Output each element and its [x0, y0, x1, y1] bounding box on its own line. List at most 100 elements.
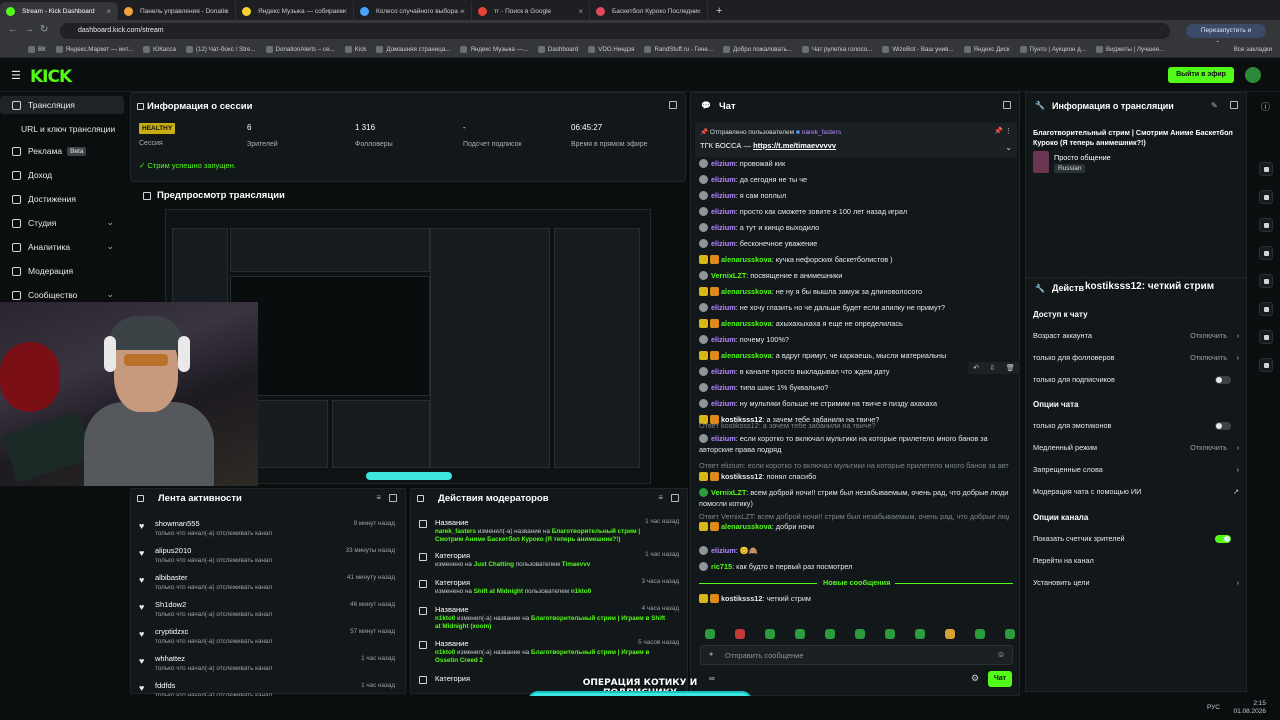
go-live-button[interactable]: Выйти в эфир	[1168, 67, 1234, 83]
bookmark-item[interactable]: Яндекс Музыка —...	[460, 46, 528, 53]
emote-icon[interactable]	[945, 629, 955, 639]
follower-name[interactable]: albibaster	[155, 573, 188, 582]
popout-icon[interactable]	[669, 101, 677, 109]
pinned-message[interactable]: 📌 Отправлено пользователем ■ narek_faste…	[695, 123, 1017, 157]
browser-tab[interactable]: Яндекс Музыка — собираем ×	[236, 2, 354, 20]
toggle-switch[interactable]	[1215, 535, 1231, 543]
reload-icon[interactable]: ↻	[40, 24, 48, 35]
kick-logo[interactable]: KICK	[30, 67, 72, 87]
emote-icon[interactable]	[855, 629, 865, 639]
bookmark-item[interactable]: ЮКасса	[143, 46, 176, 53]
bookmark-item[interactable]: Dashboard	[537, 46, 578, 53]
browser-tab[interactable]: Колесо случайного выбора - ×	[354, 2, 472, 20]
chat-username[interactable]: elizium	[711, 191, 736, 200]
avatar[interactable]	[1245, 67, 1261, 83]
chat-username[interactable]: elizium	[711, 303, 736, 312]
setting-row[interactable]: только для фолловеров Отключить ›	[1033, 353, 1239, 362]
setting-row[interactable]: Возраст аккаунта Отключить ›	[1033, 331, 1239, 340]
emote-icon[interactable]	[825, 629, 835, 639]
emote-icon[interactable]	[1005, 629, 1015, 639]
bookmark-item[interactable]: Kick	[344, 46, 366, 53]
close-icon[interactable]: ×	[224, 7, 229, 16]
emote-icon[interactable]	[705, 629, 715, 639]
chevron-down-icon[interactable]: ⌄	[1005, 143, 1012, 152]
setting-row[interactable]: Медленный режим Отключить ›	[1033, 443, 1239, 452]
chat-message[interactable]: elizium: просто как сможете зовите я 100…	[699, 207, 1009, 216]
chat-message[interactable]: alenarusskova: кучка нефорских баскетбол…	[699, 255, 1009, 264]
chat-message[interactable]: elizium: бесконечное уважение	[699, 239, 1009, 248]
bookmark-item[interactable]: DonationAlerts – се...	[265, 46, 335, 53]
address-bar[interactable]: dashboard.kick.com/stream	[60, 23, 1170, 39]
edit-icon[interactable]: ✎	[1211, 101, 1218, 110]
back-icon[interactable]: ←	[8, 24, 18, 35]
rail-tool-icon[interactable]	[1259, 162, 1273, 176]
emote-icon[interactable]	[975, 629, 985, 639]
chat-message[interactable]: kostiksss12: четкий стрим	[699, 594, 1009, 603]
browser-tab[interactable]: Stream - Kick Dashboard ×	[0, 2, 118, 20]
chat-username[interactable]: VernixLZT	[711, 271, 746, 280]
sidebar-item[interactable]: Трансляция	[0, 96, 124, 114]
chat-username[interactable]: elizium	[711, 399, 736, 408]
bookmark-item[interactable]: Виджеты | Лучшее...	[1095, 46, 1164, 53]
follower-name[interactable]: alipus2010	[155, 546, 191, 555]
system-clock[interactable]: 2:15 01.08.2026	[1233, 700, 1266, 716]
emote-icon[interactable]	[765, 629, 775, 639]
chat-username[interactable]: alenarusskova	[721, 351, 772, 360]
toggle-switch[interactable]	[1215, 376, 1231, 384]
chat-message[interactable]: elizium: 😊🙈	[699, 546, 1009, 555]
chat-username[interactable]: elizium	[711, 335, 736, 344]
chat-message[interactable]: alenarusskova: добри ночи	[699, 522, 1009, 531]
chat-message[interactable]: alenarusskova: ахыхахыхаха я еще не опре…	[699, 319, 1009, 328]
reply-icon[interactable]: ↶	[973, 364, 979, 372]
chat-message[interactable]: elizium: ну мультики больше не стримим н…	[699, 399, 1009, 408]
bookmark-item[interactable]: (12) Чат-бокс / Stre...	[185, 46, 256, 53]
chat-username[interactable]: alenarusskova	[721, 319, 772, 328]
all-bookmarks[interactable]: Все закладки	[1234, 46, 1272, 53]
chat-username[interactable]: elizium	[711, 239, 736, 248]
update-button[interactable]: Перезапустить и обновить	[1186, 24, 1266, 48]
emote-icon[interactable]	[735, 629, 745, 639]
popout-icon[interactable]	[389, 494, 397, 502]
browser-tab[interactable]: Панель управления - Donatio ×	[118, 2, 236, 20]
popout-icon[interactable]	[1003, 101, 1011, 109]
bookmark-item[interactable]: Яндекс Диск	[963, 46, 1010, 53]
close-icon[interactable]: ×	[578, 7, 583, 16]
follower-name[interactable]: whhattez	[155, 654, 185, 663]
sidebar-item[interactable]: Студия ⌄	[0, 214, 124, 232]
sidebar-item[interactable]: URL и ключ трансляции	[0, 120, 124, 138]
community-icon[interactable]	[1259, 358, 1273, 372]
bookmark-item[interactable]: Добро пожаловать...	[723, 46, 792, 53]
chat-username[interactable]: elizium	[711, 159, 736, 168]
eye-icon[interactable]	[1259, 274, 1273, 288]
bookmark-item[interactable]: Домашняя страница...	[376, 46, 450, 53]
bookmark-item[interactable]: Чат рулетка голосо...	[802, 46, 872, 53]
chat-message[interactable]: elizium: если коротко то включал мультик…	[699, 433, 1009, 455]
delete-icon[interactable]: 🗑	[1006, 364, 1015, 372]
setting-row[interactable]: Запрещенные слова ›	[1033, 465, 1239, 474]
browser-tab[interactable]: тг - Поиск в Google ×	[472, 2, 590, 20]
sidebar-item[interactable]: Модерация	[0, 262, 124, 280]
chat-username[interactable]: elizium	[711, 207, 736, 216]
new-tab-button[interactable]: +	[716, 5, 722, 17]
close-icon[interactable]: ×	[106, 7, 111, 16]
close-icon[interactable]: ×	[460, 7, 465, 16]
filter-icon[interactable]: ≡	[376, 493, 381, 502]
users-icon[interactable]	[1259, 302, 1273, 316]
sidebar-item[interactable]: Аналитика ⌄	[0, 238, 124, 256]
popout-icon[interactable]	[671, 494, 679, 502]
chat-message[interactable]: elizium: в канале просто выкладывал что …	[699, 367, 1009, 376]
bookmark-item[interactable]: RandStuff.ru - Гене...	[644, 46, 713, 53]
bookmark-item[interactable]: WizeBot - Ваш унив...	[882, 46, 954, 53]
chat-message[interactable]: elizium: а тут и кинцо выходило	[699, 223, 1009, 232]
chat-message[interactable]: kostiksss12: понял спасибо	[699, 472, 1009, 481]
chat-message[interactable]: elizium: провожай кик	[699, 159, 1009, 168]
toggle-switch[interactable]	[1215, 422, 1231, 430]
chat-message[interactable]: elizium: почему 100%?	[699, 335, 1009, 344]
chat-message[interactable]: VernixLZT: посвящение в анимешники	[699, 271, 1009, 280]
setting-row[interactable]: только для подписчиков	[1033, 375, 1239, 384]
chat-message[interactable]: elizium: да сегодня не ты че	[699, 175, 1009, 184]
pinned-link[interactable]: https://t.me/timaevvvvv	[753, 141, 836, 150]
setting-row[interactable]: Показать счетчик зрителей	[1033, 534, 1239, 543]
follower-name[interactable]: fddfds	[155, 681, 175, 690]
filter-icon[interactable]: ≡	[658, 493, 663, 502]
